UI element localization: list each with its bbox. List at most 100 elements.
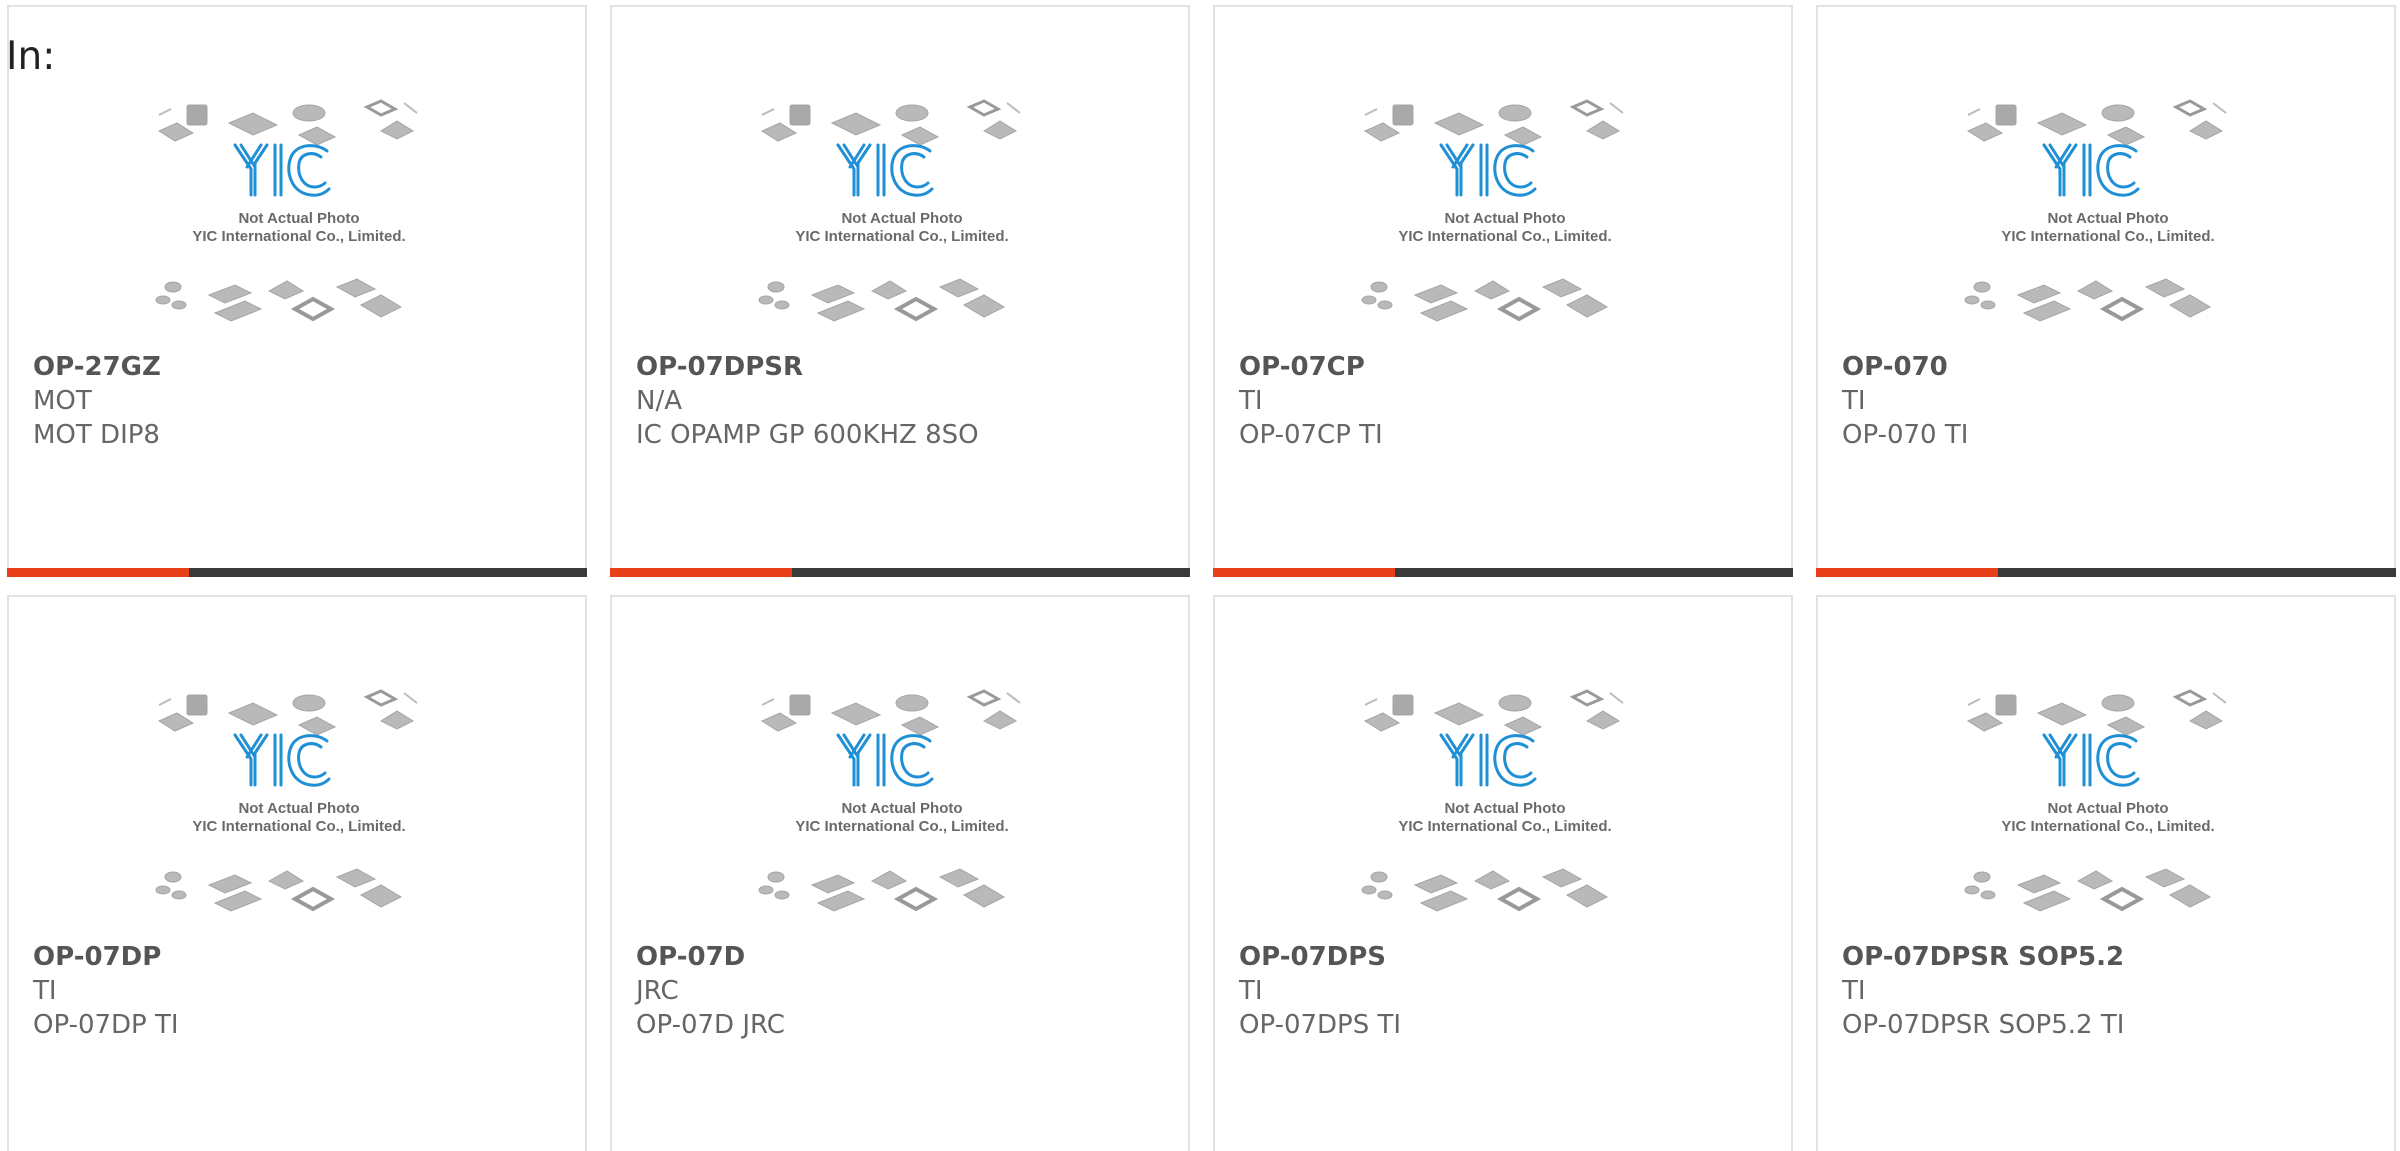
part-number[interactable]: OP-07DP (33, 940, 561, 974)
chip-icon (213, 300, 263, 322)
product-info: OP-07DPSR SOP5.2 TI OP-07DPSR SOP5.2 TI (1842, 940, 2370, 1042)
placeholder-photo: Not Actual Photo YIC International Co., … (1355, 95, 1655, 345)
chip-icon (227, 702, 279, 726)
chip-icon (267, 280, 305, 300)
product-info: OP-07DPSR N/A IC OPAMP GP 600KHZ 8SO (636, 350, 1164, 452)
chip-icon (1980, 890, 1996, 900)
chip-icon (830, 702, 882, 726)
chip-icon (1473, 280, 1511, 300)
chip-icon (1433, 702, 1485, 726)
part-number[interactable]: OP-27GZ (33, 350, 561, 384)
card-accent-bar (7, 568, 189, 577)
chip-icon (1419, 890, 1469, 912)
chip-icon (2172, 99, 2208, 117)
chip-icon (363, 99, 399, 117)
chip-icon (1413, 874, 1459, 894)
in-label: In: (6, 34, 56, 79)
yic-logo-icon (836, 733, 934, 787)
placeholder-photo: Not Actual Photo YIC International Co., … (1958, 95, 2258, 345)
chip-icon (810, 874, 856, 894)
chip-icon (1361, 885, 1377, 895)
chip-icon (1413, 284, 1459, 304)
product-card[interactable]: Not Actual Photo YIC International Co., … (610, 595, 1190, 1151)
chip-icon (2101, 104, 2135, 122)
description: IC OPAMP GP 600KHZ 8SO (636, 420, 979, 450)
chip-icon (982, 120, 1018, 140)
chip-icon (267, 870, 305, 890)
chip-icon (1392, 694, 1414, 716)
part-number[interactable]: OP-070 (1842, 350, 2370, 384)
chip-icon (982, 710, 1018, 730)
placeholder-caption-2: YIC International Co., Limited. (1398, 818, 1611, 835)
chip-icon (1585, 120, 1621, 140)
product-info: OP-07CP TI OP-07CP TI (1239, 350, 1767, 452)
part-number[interactable]: OP-07D (636, 940, 1164, 974)
chip-icon (962, 294, 1006, 318)
chip-icon (335, 278, 377, 298)
product-card[interactable]: Not Actual Photo YIC International Co., … (7, 595, 587, 1151)
chip-icon (900, 126, 940, 146)
chip-icon (1496, 296, 1542, 322)
product-info: OP-07D JRC OP-07D JRC (636, 940, 1164, 1042)
card-accent-bar (1213, 568, 1395, 577)
placeholder-photo: Not Actual Photo YIC International Co., … (752, 685, 1052, 935)
chip-icon (1966, 122, 2004, 142)
chip-icon (2101, 694, 2135, 712)
placeholder-caption-1: Not Actual Photo (238, 800, 359, 817)
placeholder-caption-1: Not Actual Photo (1444, 800, 1565, 817)
part-number[interactable]: OP-07DPS (1239, 940, 1767, 974)
product-info: OP-27GZ MOT MOT DIP8 (33, 350, 561, 452)
chip-icon (1363, 122, 1401, 142)
product-info: OP-07DP TI OP-07DP TI (33, 940, 561, 1042)
chip-icon (155, 885, 171, 895)
product-card[interactable]: Not Actual Photo YIC International Co., … (1816, 595, 2396, 1151)
chip-icon (157, 122, 195, 142)
placeholder-photo: Not Actual Photo YIC International Co., … (149, 95, 449, 345)
product-card[interactable]: Not Actual Photo YIC International Co., … (1816, 5, 2396, 577)
product-grid: Not Actual Photo YIC International Co., … (7, 5, 2396, 1151)
product-card[interactable]: Not Actual Photo YIC International Co., … (1213, 595, 1793, 1151)
product-info: OP-07DPS TI OP-07DPS TI (1239, 940, 1767, 1042)
chip-icon (1377, 300, 1393, 310)
product-card[interactable]: Not Actual Photo YIC International Co., … (610, 5, 1190, 577)
manufacturer: TI (1842, 976, 1866, 1006)
manufacturer: TI (33, 976, 57, 1006)
chip-icon (1980, 300, 1996, 310)
manufacturer: JRC (636, 976, 679, 1006)
placeholder-caption-2: YIC International Co., Limited. (795, 228, 1008, 245)
description: OP-07DPSR SOP5.2 TI (1842, 1010, 2125, 1040)
part-number[interactable]: OP-07DPSR SOP5.2 (1842, 940, 2370, 974)
chip-icon (359, 294, 403, 318)
chip-icon (1496, 886, 1542, 912)
chip-icon (379, 120, 415, 140)
chip-icon (207, 874, 253, 894)
chip-icon (1370, 871, 1388, 883)
chip-icon (2144, 278, 2186, 298)
chip-icon (1565, 294, 1609, 318)
product-card[interactable]: Not Actual Photo YIC International Co., … (1213, 5, 1793, 577)
product-card[interactable]: Not Actual Photo YIC International Co., … (7, 5, 587, 577)
chip-icon (1419, 300, 1469, 322)
chip-icon (789, 104, 811, 126)
description: OP-07CP TI (1239, 420, 1383, 450)
chip-icon (164, 281, 182, 293)
chip-icon (335, 868, 377, 888)
chip-icon (207, 284, 253, 304)
manufacturer: MOT (33, 386, 92, 416)
chip-icon (157, 712, 195, 732)
chip-icon (767, 871, 785, 883)
chip-icon (290, 296, 336, 322)
part-number[interactable]: OP-07DPSR (636, 350, 1164, 384)
part-number[interactable]: OP-07CP (1239, 350, 1767, 384)
chip-icon (1503, 126, 1543, 146)
chip-icon (290, 886, 336, 912)
chip-icon (213, 890, 263, 912)
chip-icon (893, 296, 939, 322)
chip-icon (297, 716, 337, 736)
chip-icon (816, 890, 866, 912)
chip-icon (2036, 702, 2088, 726)
chip-icon (2188, 120, 2224, 140)
chip-icon (774, 890, 790, 900)
chip-icon (758, 295, 774, 305)
chip-icon (292, 104, 326, 122)
